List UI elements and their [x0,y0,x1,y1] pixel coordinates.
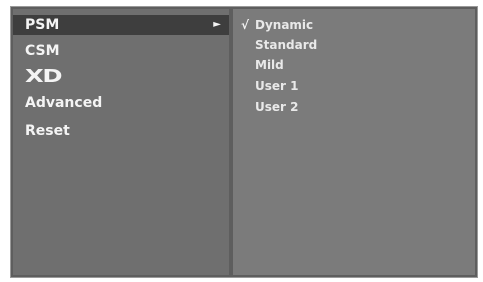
xd-logo: XD [25,66,63,87]
menu-item-label: PSM [25,17,60,33]
option-label: Standard [255,38,318,52]
option-label: Dynamic [255,18,314,32]
menu-item-label: Reset [25,123,70,139]
option-dynamic[interactable]: √ Dynamic [233,15,475,35]
menu-item-reset[interactable]: Reset [13,121,229,141]
checkmark-icon: √ [241,18,250,32]
main-menu-panel: PSM ► CSM XD Advanced Reset [13,9,229,275]
menu-item-label: Advanced [25,95,103,111]
option-standard[interactable]: Standard [233,35,475,55]
menu-item-csm[interactable]: CSM [13,41,229,61]
psm-submenu-panel: √ Dynamic Standard Mild User 1 User 2 [233,9,475,275]
option-user-2[interactable]: User 2 [233,97,475,117]
menu-item-xd[interactable]: XD [13,67,229,87]
option-label: User 1 [255,79,299,93]
menu-item-psm[interactable]: PSM ► [13,15,229,35]
osd-menu-window: PSM ► CSM XD Advanced Reset √ Dynamic St… [10,6,478,278]
option-label: User 2 [255,100,299,114]
submenu-arrow-icon: ► [213,19,221,30]
menu-item-advanced[interactable]: Advanced [13,93,229,113]
option-user-1[interactable]: User 1 [233,76,475,96]
option-mild[interactable]: Mild [233,55,475,75]
option-label: Mild [255,58,284,72]
menu-item-label: CSM [25,43,60,59]
